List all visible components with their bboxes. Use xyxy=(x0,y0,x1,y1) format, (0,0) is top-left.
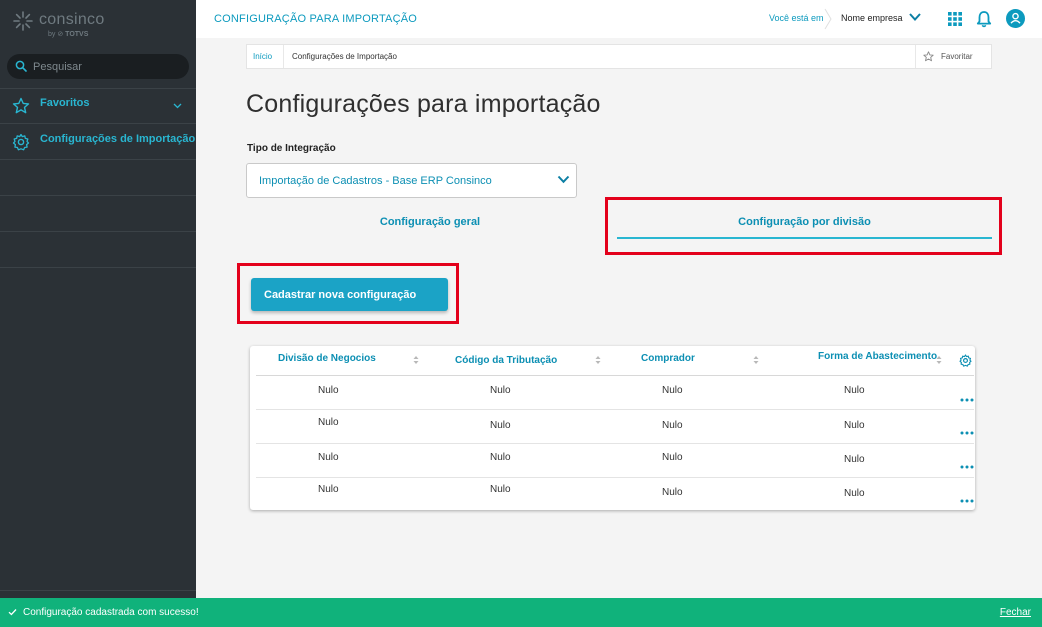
more-options-icon[interactable] xyxy=(960,499,974,503)
sidebar-divider xyxy=(0,267,196,268)
table-cell: Nulo xyxy=(662,487,683,498)
header-title: CONFIGURAÇÃO PARA IMPORTAÇÃO xyxy=(214,13,418,25)
table-cell: Nulo xyxy=(318,385,339,396)
configurations-table: Divisão de Negocios Código da Tributação… xyxy=(250,346,975,510)
sidebar-item-configuracoes[interactable]: Configurações de Importação xyxy=(0,124,196,160)
bell-icon[interactable] xyxy=(976,10,992,28)
success-toast: Configuração cadastrada com sucesso! Fec… xyxy=(0,598,1042,627)
table-cell: Nulo xyxy=(490,420,511,431)
more-options-icon[interactable] xyxy=(960,465,974,469)
check-icon xyxy=(8,609,17,616)
table-cell: Nulo xyxy=(844,420,865,431)
avatar[interactable] xyxy=(1006,9,1025,28)
logo-byline: by ⊘ TOTVS xyxy=(48,31,89,38)
table-cell: Nulo xyxy=(318,452,339,463)
chevron-down-icon xyxy=(557,175,570,184)
location-label: Você está em xyxy=(769,13,824,23)
star-icon xyxy=(12,97,30,114)
apps-grid-icon[interactable] xyxy=(947,11,963,27)
page-title: Configurações para importação xyxy=(246,90,601,118)
sort-icon[interactable] xyxy=(413,355,419,365)
sidebar-search[interactable] xyxy=(7,54,189,79)
sidebar-item-favoritos[interactable]: Favoritos xyxy=(0,88,196,124)
gear-icon[interactable] xyxy=(959,354,972,367)
breadcrumb-home-link[interactable]: Início xyxy=(253,52,272,61)
table-cell: Nulo xyxy=(844,385,865,396)
search-input[interactable] xyxy=(33,57,183,76)
column-header-codigo-tributacao[interactable]: Código da Tributação xyxy=(455,355,557,366)
table-cell: Nulo xyxy=(662,420,683,431)
sidebar-divider xyxy=(0,195,196,196)
logo-wordmark: consinco xyxy=(39,11,105,28)
sidebar-item-label: Configurações de Importação xyxy=(40,133,196,145)
table-cell: Nulo xyxy=(844,454,865,465)
toast-close-link[interactable]: Fechar xyxy=(1000,607,1031,618)
favorite-button[interactable]: Favoritar xyxy=(941,52,973,61)
table-cell: Nulo xyxy=(490,484,511,495)
table-row: Nulo Nulo Nulo Nulo xyxy=(256,410,974,444)
highlight-box xyxy=(237,263,459,324)
breadcrumb-divider xyxy=(915,45,916,68)
sidebar-divider xyxy=(0,231,196,232)
gear-icon xyxy=(12,133,30,151)
more-options-icon[interactable] xyxy=(960,398,974,402)
table-cell: Nulo xyxy=(844,488,865,499)
consinco-logo: consinco by ⊘ TOTVS xyxy=(12,10,192,42)
user-icon xyxy=(1010,12,1021,24)
logo-mark-icon xyxy=(13,11,33,31)
table-cell: Nulo xyxy=(490,385,511,396)
table-row: Nulo Nulo Nulo Nulo xyxy=(256,376,974,410)
integration-type-select[interactable]: Importação de Cadastros - Base ERP Consi… xyxy=(246,163,577,198)
table-cell: Nulo xyxy=(662,452,683,463)
integration-type-label: Tipo de Integração xyxy=(247,143,336,154)
breadcrumb: Início Configurações de Importação Favor… xyxy=(246,44,992,69)
table-cell: Nulo xyxy=(318,484,339,495)
star-icon[interactable] xyxy=(923,51,934,62)
table-cell: Nulo xyxy=(490,452,511,463)
table-cell: Nulo xyxy=(662,385,683,396)
table-row: Nulo Nulo Nulo Nulo xyxy=(256,478,974,512)
tab-label: Configuração geral xyxy=(379,216,481,228)
breadcrumb-divider xyxy=(283,45,284,68)
chevron-down-icon[interactable] xyxy=(173,101,182,110)
sidebar-item-label: Favoritos xyxy=(40,97,90,109)
sort-icon[interactable] xyxy=(936,355,942,365)
more-options-icon[interactable] xyxy=(960,431,974,435)
sort-icon[interactable] xyxy=(753,355,759,365)
sidebar-divider xyxy=(0,590,196,591)
integration-type-value: Importação de Cadastros - Base ERP Consi… xyxy=(259,175,492,187)
sort-icon[interactable] xyxy=(595,355,601,365)
column-header-forma-abastecimento[interactable]: Forma de Abastecimento xyxy=(818,351,937,362)
company-selector[interactable]: Nome empresa xyxy=(841,13,903,23)
sidebar: consinco by ⊘ TOTVS Favoritos Configuraç… xyxy=(0,0,196,598)
table-row: Nulo Nulo Nulo Nulo xyxy=(256,444,974,478)
top-header: CONFIGURAÇÃO PARA IMPORTAÇÃO Você está e… xyxy=(196,0,1042,38)
column-header-comprador[interactable]: Comprador xyxy=(641,353,695,364)
tab-configuracao-geral[interactable]: Configuração geral xyxy=(246,214,614,242)
breadcrumb-current: Configurações de Importação xyxy=(292,52,397,61)
column-header-divisao[interactable]: Divisão de Negocios xyxy=(278,353,376,364)
table-cell: Nulo xyxy=(318,417,339,428)
chevron-down-icon[interactable] xyxy=(908,12,922,22)
search-icon xyxy=(15,60,27,72)
chevron-right-icon xyxy=(824,8,832,30)
highlight-box xyxy=(605,197,1002,255)
toast-message: Configuração cadastrada com sucesso! xyxy=(23,607,199,618)
